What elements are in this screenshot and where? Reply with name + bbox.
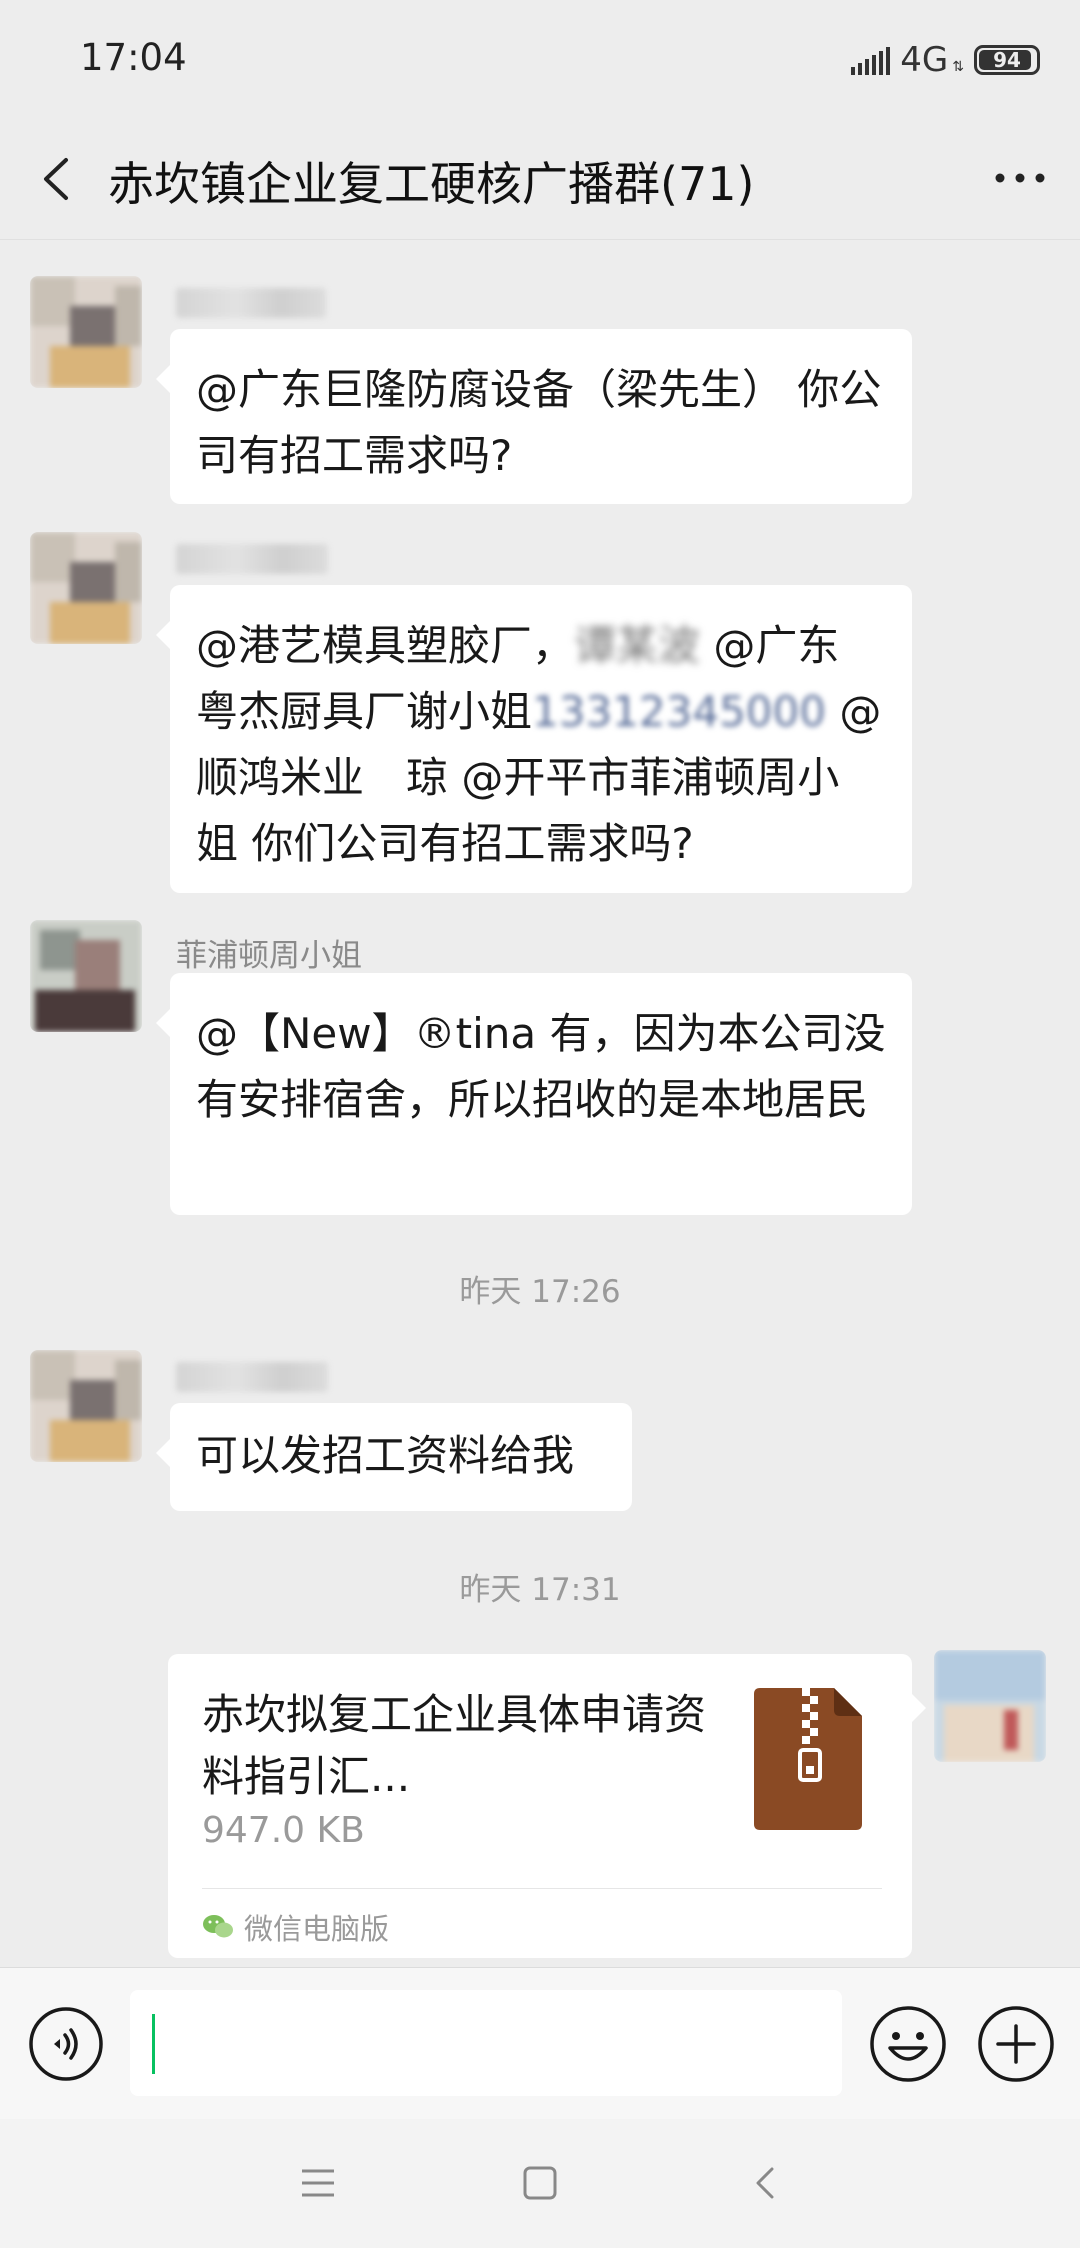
avatar[interactable] xyxy=(30,1350,142,1462)
more-dots-icon[interactable] xyxy=(990,158,1050,198)
zip-file-icon xyxy=(754,1688,862,1830)
divider xyxy=(202,1888,882,1889)
battery-level: 94 xyxy=(993,48,1021,72)
chat-screen: 17:04 4G ⇅ 94 赤坎镇企业复工硬核广播群(71) @广东巨隆防腐设备… xyxy=(0,0,1080,2248)
sender-name-blurred xyxy=(176,288,326,318)
mention[interactable]: @广东 xyxy=(700,621,839,670)
chevron-left-icon[interactable] xyxy=(32,152,82,206)
sender-name: 菲浦顿周小姐 xyxy=(176,938,362,974)
network-type: 4G xyxy=(900,40,949,80)
message-bubble[interactable]: 可以发招工资料给我 xyxy=(156,1403,632,1511)
message-text: 顺鸿米业 琼 @开平市菲浦顿周小 xyxy=(196,753,840,802)
message-bubble[interactable]: @【New】®tina 有，因为本公司没有安排宿舍，所以招收的是本地居民 xyxy=(156,973,912,1215)
timestamp: 昨天 17:26 xyxy=(459,1274,621,1310)
file-name: 赤坎拟复工企业具体申请资料指引汇... xyxy=(202,1690,707,1801)
message-text: @广东巨隆防腐设备（梁先生） 你公司有招工需求吗? xyxy=(196,365,882,480)
timestamp: 昨天 17:31 xyxy=(459,1572,621,1608)
status-bar: 17:04 4G ⇅ 94 xyxy=(0,0,1080,118)
blurred-name: 谭某波 xyxy=(574,621,701,670)
signal-icon xyxy=(851,45,891,75)
battery-icon: 94 xyxy=(974,45,1040,75)
sender-name-blurred xyxy=(176,1362,328,1392)
status-indicators: 4G ⇅ 94 xyxy=(851,40,1040,80)
input-bar xyxy=(0,1967,1080,2119)
file-source-label: 微信电脑版 xyxy=(244,1912,390,1946)
menu-icon[interactable] xyxy=(296,2161,340,2205)
avatar[interactable] xyxy=(30,532,142,644)
back-icon[interactable] xyxy=(744,2161,788,2205)
chat-title: 赤坎镇企业复工硬核广播群(71) xyxy=(108,157,755,211)
chat-header: 赤坎镇企业复工硬核广播群(71) xyxy=(0,118,1080,240)
status-time: 17:04 xyxy=(80,36,187,79)
my-avatar[interactable] xyxy=(934,1650,1046,1762)
avatar[interactable] xyxy=(30,920,142,1032)
data-arrows-icon: ⇅ xyxy=(952,59,964,75)
plus-icon[interactable] xyxy=(976,2004,1056,2084)
file-size: 947.0 KB xyxy=(202,1810,365,1851)
text-caret xyxy=(152,2014,155,2074)
message-text: 可以发招工资料给我 xyxy=(196,1431,575,1480)
wechat-icon xyxy=(203,1915,233,1938)
message-text: 姐 你们公司有招工需求吗? xyxy=(196,819,694,868)
emoji-icon[interactable] xyxy=(868,2004,948,2084)
phone-link[interactable]: 13312345000 xyxy=(532,679,826,745)
avatar[interactable] xyxy=(30,276,142,388)
message-text: @港艺模具塑胶厂， xyxy=(196,621,575,670)
message-input[interactable] xyxy=(130,1990,842,2096)
system-nav-bar xyxy=(0,2119,1080,2248)
voice-icon[interactable] xyxy=(28,2006,104,2082)
file-source: 微信电脑版 xyxy=(202,1906,389,1948)
sender-name-blurred xyxy=(176,544,328,574)
mention[interactable]: @ xyxy=(826,687,881,736)
message-text: 粤杰厨具厂谢小姐 xyxy=(196,687,533,736)
home-icon[interactable] xyxy=(518,2161,562,2205)
message-text: @【New】®tina 有，因为本公司没有安排宿舍，所以招收的是本地居民 xyxy=(196,1009,886,1124)
message-bubble[interactable]: @广东巨隆防腐设备（梁先生） 你公司有招工需求吗? xyxy=(156,329,912,504)
message-bubble[interactable]: @港艺模具塑胶厂，谭某波 @广东 粤杰厨具厂谢小姐13312345000 @ 顺… xyxy=(156,585,912,893)
file-message-card[interactable]: 赤坎拟复工企业具体申请资料指引汇... 947.0 KB 微信电脑版 xyxy=(168,1654,926,1958)
